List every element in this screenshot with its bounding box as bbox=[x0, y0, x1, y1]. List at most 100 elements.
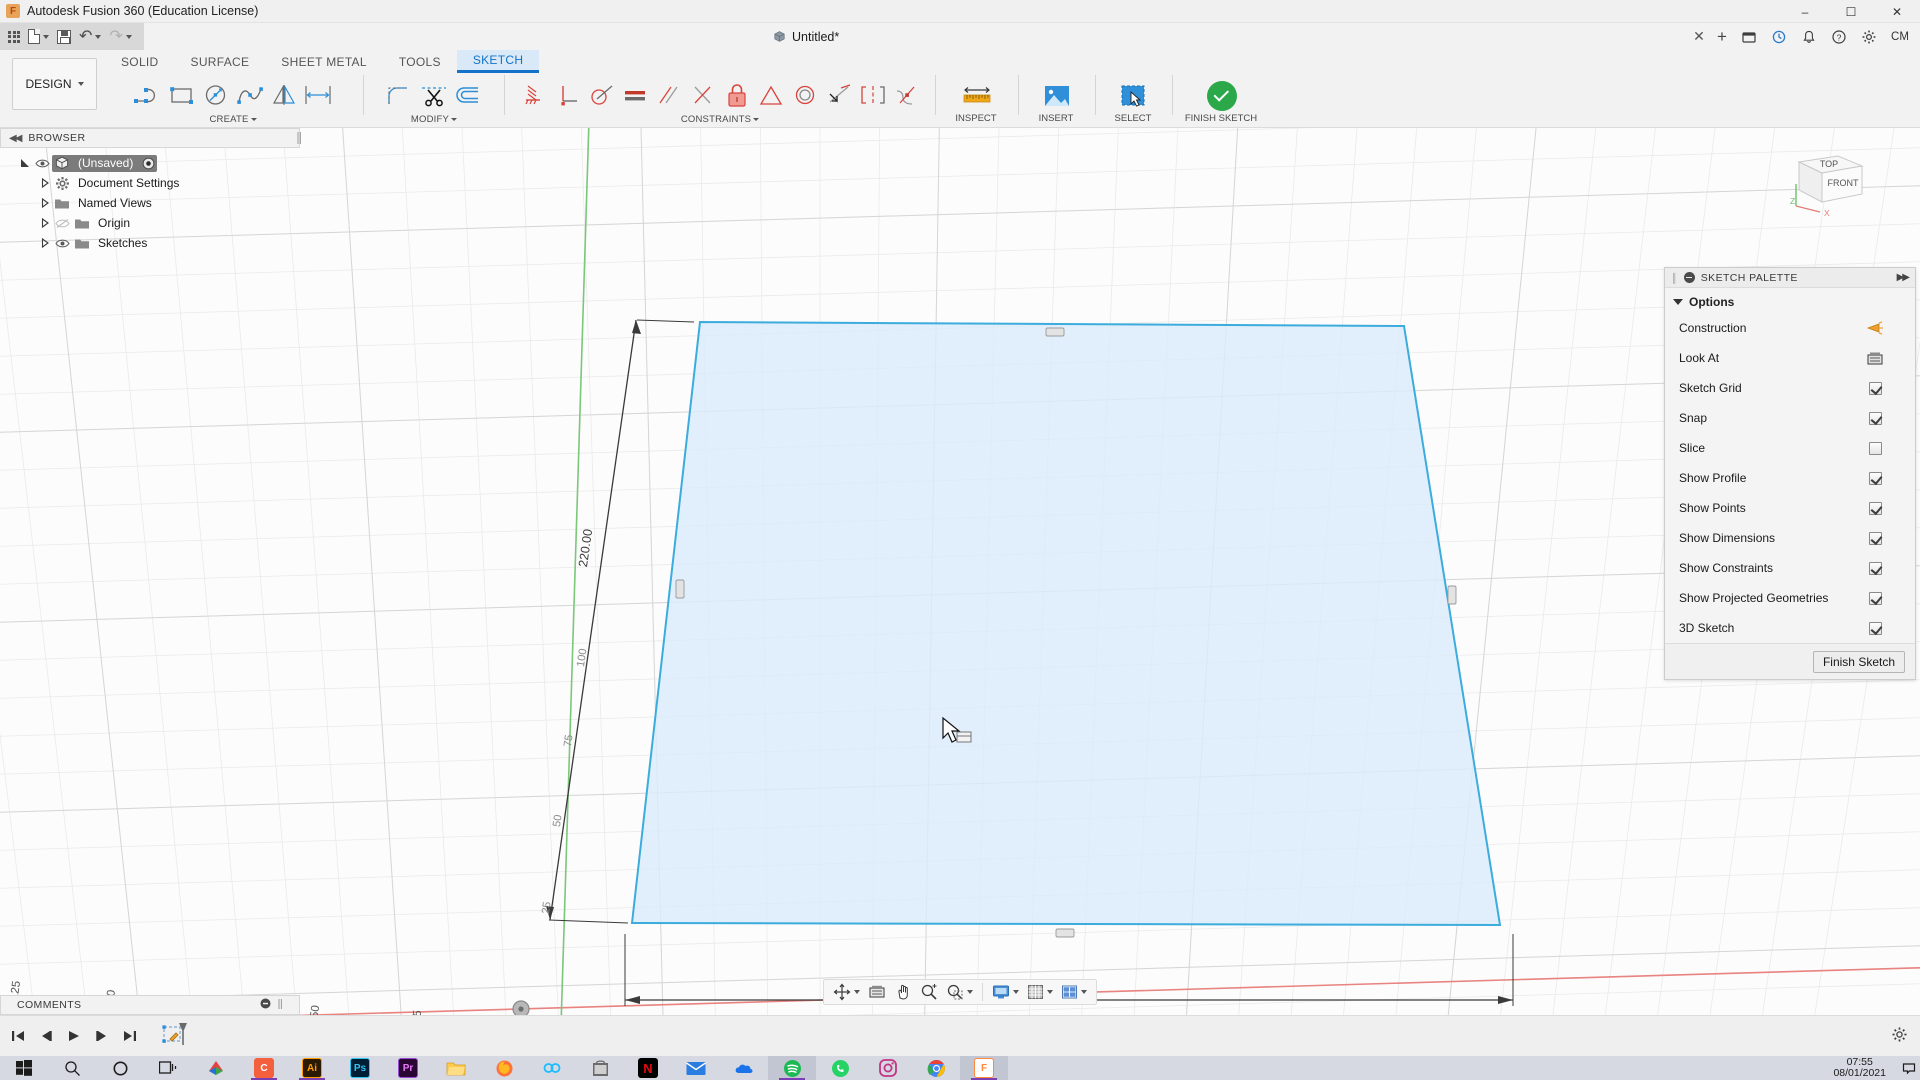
visibility-eye-icon[interactable] bbox=[32, 158, 52, 169]
tab-sketch[interactable]: SKETCH bbox=[456, 50, 540, 73]
help-icon[interactable]: ? bbox=[1824, 23, 1854, 50]
tab-close-button[interactable]: ✕ bbox=[1688, 23, 1710, 50]
firefox-icon[interactable] bbox=[480, 1056, 528, 1080]
rectangle-icon[interactable] bbox=[165, 75, 199, 115]
expand-triangle-closed-icon[interactable] bbox=[38, 177, 52, 189]
sketch-canvas[interactable] bbox=[0, 128, 1920, 1015]
chrome-icon[interactable] bbox=[912, 1056, 960, 1080]
cortana-icon[interactable] bbox=[96, 1056, 144, 1080]
parallel-icon[interactable] bbox=[652, 75, 686, 115]
palette-row-slice[interactable]: Slice bbox=[1665, 433, 1915, 463]
mail-icon[interactable] bbox=[672, 1056, 720, 1080]
document-tab-untitled[interactable]: Untitled* bbox=[760, 23, 853, 50]
sketch-grid-checkbox[interactable] bbox=[1868, 381, 1882, 395]
construction-icon[interactable] bbox=[1835, 321, 1915, 335]
maximize-button[interactable]: ☐ bbox=[1828, 0, 1874, 23]
notification-icon[interactable] bbox=[1898, 1056, 1920, 1080]
expand-triangle-closed-icon[interactable] bbox=[38, 197, 52, 209]
circle-icon[interactable] bbox=[199, 75, 233, 115]
tree-row-origin[interactable]: Origin bbox=[0, 213, 300, 233]
tree-row-sketches[interactable]: Sketches bbox=[0, 233, 300, 253]
zoom-window-button[interactable] bbox=[943, 980, 976, 1004]
palette-row-construction[interactable]: Construction bbox=[1665, 313, 1915, 343]
photoshop-icon[interactable]: Ps bbox=[336, 1056, 384, 1080]
midpoint-triangle-icon[interactable] bbox=[754, 75, 788, 115]
snap-checkbox[interactable] bbox=[1868, 411, 1882, 425]
lock-fix-icon[interactable] bbox=[720, 75, 754, 115]
trim-scissors-icon[interactable] bbox=[417, 75, 451, 115]
instagram-icon[interactable] bbox=[864, 1056, 912, 1080]
expand-triangle-open-icon[interactable] bbox=[18, 157, 32, 169]
tree-row-document-settings[interactable]: Document Settings bbox=[0, 173, 300, 193]
grid-snaps-button[interactable] bbox=[1024, 980, 1056, 1004]
viewports-button[interactable] bbox=[1058, 980, 1090, 1004]
app-grid-button[interactable] bbox=[4, 23, 24, 50]
ribbon-group-insert[interactable]: INSERT bbox=[1024, 74, 1090, 128]
look-at-icon[interactable] bbox=[1835, 351, 1915, 366]
concentric-icon[interactable] bbox=[788, 75, 822, 115]
minus-circle-icon[interactable] bbox=[1683, 272, 1695, 283]
palette-row-show-dimensions[interactable]: Show Dimensions bbox=[1665, 523, 1915, 553]
settings-gear-icon[interactable] bbox=[1854, 23, 1884, 50]
spline-icon[interactable] bbox=[233, 75, 267, 115]
browser-resize-grip[interactable] bbox=[295, 128, 303, 148]
view-cube[interactable]: TOP FRONT Z X bbox=[1774, 136, 1884, 226]
job-status-icon[interactable] bbox=[1764, 23, 1794, 50]
tab-sheet-metal[interactable]: SHEET METAL bbox=[265, 50, 383, 73]
coincident-icon[interactable] bbox=[686, 75, 720, 115]
show-profile-checkbox[interactable] bbox=[1868, 471, 1882, 485]
3d-sketch-checkbox[interactable] bbox=[1868, 621, 1882, 635]
tab-tools[interactable]: TOOLS bbox=[383, 50, 457, 73]
extensions-icon[interactable] bbox=[1734, 23, 1764, 50]
new-document-button[interactable] bbox=[24, 23, 53, 50]
tangent-icon[interactable] bbox=[584, 75, 618, 115]
figma-icon[interactable] bbox=[528, 1056, 576, 1080]
ribbon-group-label-create[interactable]: CREATE bbox=[209, 114, 257, 125]
ribbon-group-inspect[interactable]: INSPECT bbox=[941, 74, 1013, 128]
redo-button[interactable]: ↷ bbox=[105, 23, 135, 50]
perpendicular-icon[interactable] bbox=[550, 75, 584, 115]
spotify-icon[interactable] bbox=[768, 1056, 816, 1080]
curvature-icon[interactable] bbox=[890, 75, 924, 115]
display-settings-button[interactable] bbox=[989, 980, 1022, 1004]
palette-row-show-profile[interactable]: Show Profile bbox=[1665, 463, 1915, 493]
minimize-button[interactable]: – bbox=[1782, 0, 1828, 23]
play-icon[interactable] bbox=[62, 1023, 86, 1049]
workspace-switcher-button[interactable]: DESIGN bbox=[12, 58, 97, 110]
save-button[interactable] bbox=[53, 23, 75, 50]
notifications-bell-icon[interactable] bbox=[1794, 23, 1824, 50]
root-selected-pill[interactable]: (Unsaved) bbox=[52, 154, 158, 172]
taskbar-clock[interactable]: 07:55 08/01/2021 bbox=[1833, 1057, 1898, 1079]
expand-right-icon[interactable]: ▶▶ bbox=[1897, 272, 1910, 283]
main-viewport[interactable]: 220.00 220.00 100 75 50 25 -125 -100 -75… bbox=[0, 128, 1920, 1015]
netflix-icon[interactable]: N bbox=[624, 1056, 672, 1080]
palette-row-snap[interactable]: Snap bbox=[1665, 403, 1915, 433]
tab-add-button[interactable]: + bbox=[1710, 23, 1734, 50]
palette-row-show-projected-geometries[interactable]: Show Projected Geometries bbox=[1665, 583, 1915, 613]
step-forward-icon[interactable] bbox=[90, 1023, 114, 1049]
tab-surface[interactable]: SURFACE bbox=[175, 50, 266, 73]
go-to-beginning-icon[interactable] bbox=[6, 1023, 30, 1049]
whatsapp-icon[interactable] bbox=[816, 1056, 864, 1080]
visibility-eye-icon[interactable] bbox=[52, 238, 72, 249]
file-explorer-icon[interactable] bbox=[432, 1056, 480, 1080]
fillet-icon[interactable] bbox=[383, 75, 417, 115]
fusion-360-icon[interactable]: F bbox=[960, 1056, 1008, 1080]
palette-row-sketch-grid[interactable]: Sketch Grid bbox=[1665, 373, 1915, 403]
task-view-icon[interactable] bbox=[144, 1056, 192, 1080]
equal-icon[interactable] bbox=[618, 75, 652, 115]
fix-ground-icon[interactable] bbox=[516, 75, 550, 115]
camtasia-icon[interactable]: C bbox=[240, 1056, 288, 1080]
undo-button[interactable]: ↶ bbox=[75, 23, 105, 50]
comments-collapse-icon[interactable] bbox=[260, 998, 271, 1012]
linear-pattern-icon[interactable] bbox=[301, 75, 335, 115]
search-icon[interactable] bbox=[48, 1056, 96, 1080]
tree-row-named-views[interactable]: Named Views bbox=[0, 193, 300, 213]
illustrator-icon[interactable]: Ai bbox=[288, 1056, 336, 1080]
premiere-icon[interactable]: Pr bbox=[384, 1056, 432, 1080]
collapse-left-icon[interactable]: ◀◀ bbox=[9, 133, 22, 144]
finish-sketch-button[interactable]: Finish Sketch bbox=[1812, 650, 1905, 673]
ribbon-group-finish-sketch[interactable]: FINISH SKETCH bbox=[1178, 74, 1266, 128]
show-projected-geometries-checkbox[interactable] bbox=[1868, 591, 1882, 605]
slice-checkbox[interactable] bbox=[1868, 441, 1882, 455]
